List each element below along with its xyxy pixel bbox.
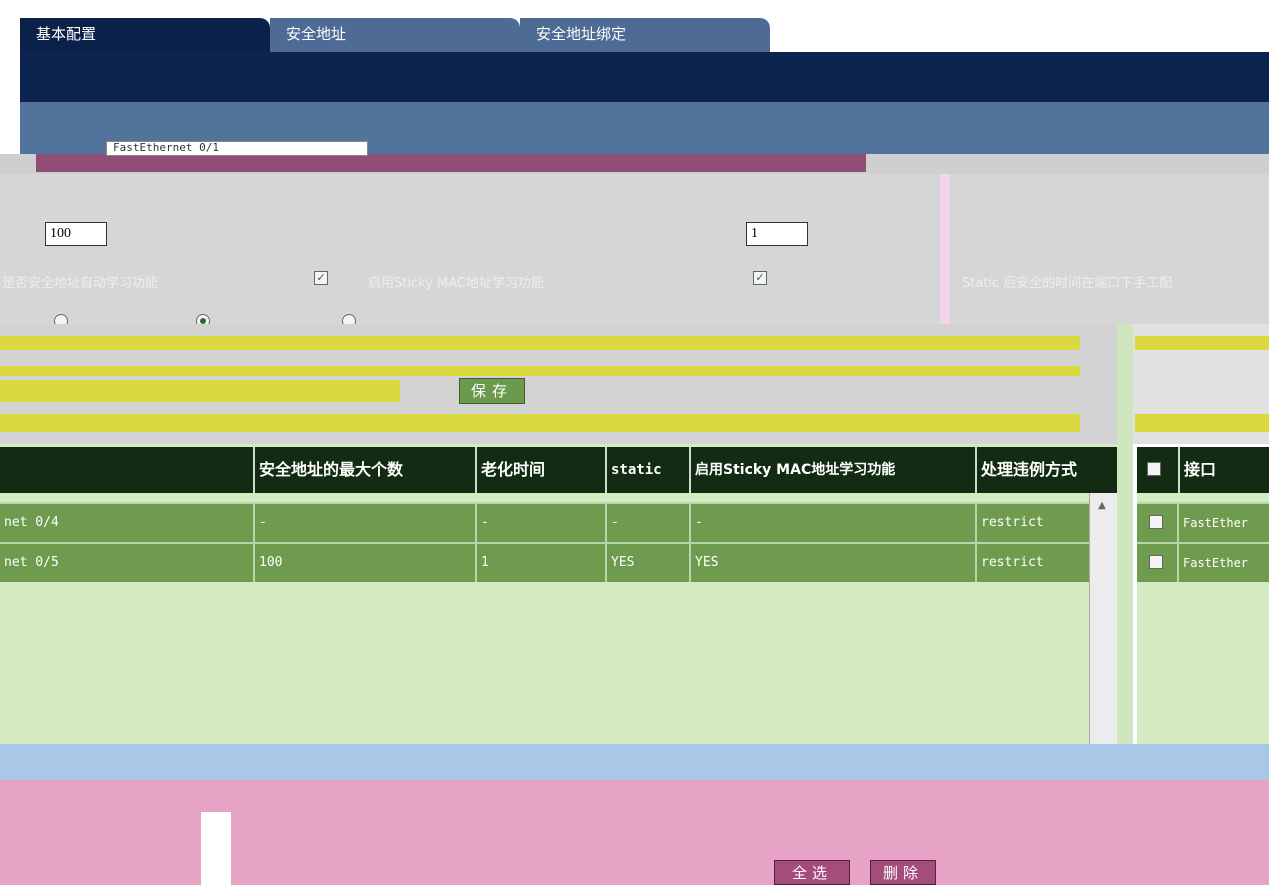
cell-max: - [253,504,475,542]
cell-static: - [605,504,689,542]
bottom-band [0,744,1269,780]
bottom-white-tab [201,812,231,885]
bottom-panel [0,780,1269,885]
highlight-stripe [1135,414,1269,432]
max-address-count-input[interactable]: 100 [45,222,107,246]
highlight-stripe [0,336,1080,350]
cell-max: 100 [253,544,475,582]
col-static: static [605,447,689,493]
cell-port: net 0/5 [4,555,59,570]
col-sticky: 启用Sticky MAC地址学习功能 [689,447,975,493]
save-button[interactable]: 保存 [459,378,525,404]
table-divider [1117,324,1133,744]
panel-divider [940,174,950,324]
tab-basic-config[interactable]: 基本配置 [20,18,270,52]
cell-interface: FastEther [1177,504,1269,542]
row-checkbox[interactable] [1149,555,1163,569]
cell-sticky: - [689,504,975,542]
table-row[interactable]: net 0/5 100 1 YES YES restrict [0,542,1089,582]
config-panel-right [950,174,1269,324]
highlight-stripe [0,380,400,402]
table-scrollbar[interactable] [1089,493,1117,744]
table-row[interactable]: net 0/4 - - - - restrict [0,502,1089,542]
section-bar [36,154,866,172]
col-aging-time: 老化时间 [475,447,605,493]
auto-learn-checkbox[interactable]: ✓ [314,271,328,285]
cell-port: net 0/4 [4,515,59,530]
col-interface: 接口 [1178,447,1269,493]
cell-interface: FastEther [1177,544,1269,582]
highlight-stripe [0,414,1080,432]
cell-violation: restrict [975,504,1089,542]
cell-aging: - [475,504,605,542]
cell-static: YES [605,544,689,582]
interface-select[interactable]: FastEthernet 0/1 [106,141,368,156]
auto-learn-label: 是否安全地址自动学习功能 [2,276,159,291]
row-checkbox[interactable] [1149,515,1163,529]
sticky-label: 启用Sticky MAC地址学习功能 [368,276,544,291]
cell-violation: restrict [975,544,1089,582]
right-table-row[interactable]: FastEther [1137,542,1269,582]
scroll-up-arrow-icon[interactable]: ▲ [1093,500,1111,514]
tab-secure-address[interactable]: 安全地址 [270,18,520,52]
right-table-row[interactable]: FastEther [1137,502,1269,542]
cell-sticky: YES [689,544,975,582]
sticky-checkbox[interactable]: ✓ [753,271,767,285]
delete-button[interactable]: 删除 [870,860,936,885]
right-help-label: Static 后安全的时间在端口下手工配 [962,276,1173,291]
highlight-stripe [1135,336,1269,350]
cell-aging: 1 [475,544,605,582]
select-all-checkbox[interactable] [1147,462,1161,476]
select-all-button[interactable]: 全选 [774,860,850,885]
highlight-stripe [0,366,1080,376]
tab-secure-address-binding[interactable]: 安全地址绑定 [520,18,770,52]
aging-time-input[interactable]: 1 [746,222,808,246]
header-banner [20,52,1269,102]
col-max-count: 安全地址的最大个数 [253,447,475,493]
config-panel [0,174,940,324]
col-violation: 处理违例方式 [975,447,1117,493]
